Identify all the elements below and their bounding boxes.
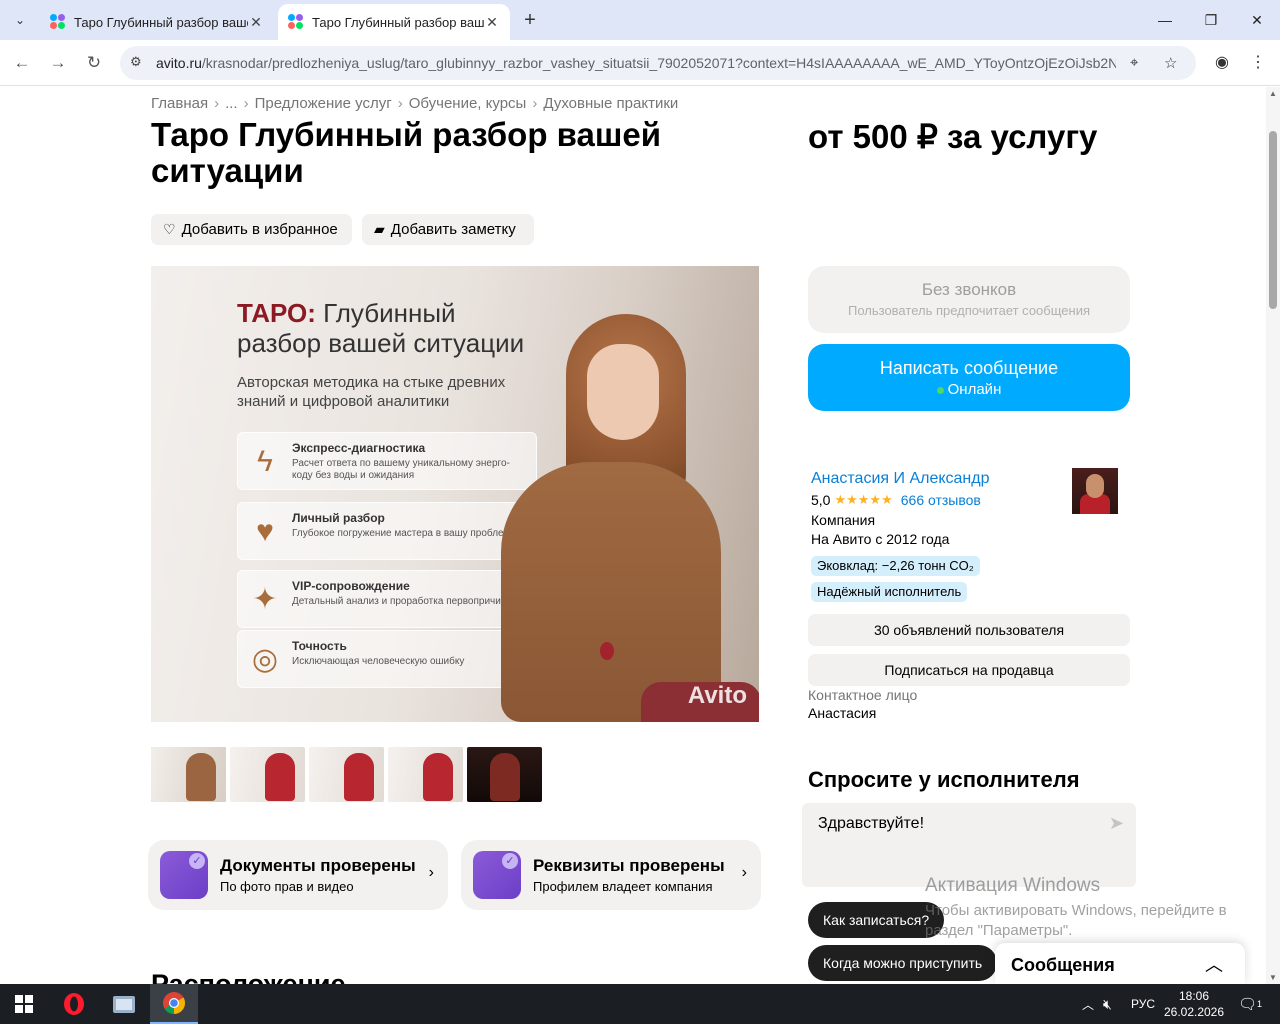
seller-rating: 5,0 ★★★★★ 666 отзывов: [811, 492, 981, 508]
tab-title: Таро Глубинный разбор ваше: [312, 14, 484, 30]
back-icon[interactable]: ←: [9, 50, 35, 76]
contact-person-label: Контактное лицо: [808, 687, 918, 703]
target-icon: ◎: [251, 643, 279, 676]
show-hidden-icons[interactable]: ︿: [1082, 984, 1094, 1024]
heart-icon: ♡: [163, 221, 176, 237]
breadcrumb-item[interactable]: Главная: [151, 95, 208, 112]
add-to-favorites-button[interactable]: ♡ Добавить в избранное: [151, 214, 352, 245]
site-settings-icon[interactable]: ⚙: [130, 54, 148, 72]
requisites-verified-card[interactable]: Реквизиты проверены Профилем владеет ком…: [461, 840, 761, 910]
eco-badge[interactable]: Эковклад: −2,26 тонн CO₂: [811, 556, 980, 576]
seller-type: Компания: [811, 512, 876, 528]
portrait-photo: [481, 302, 759, 722]
documents-verified-card[interactable]: Документы проверены По фото прав и видео…: [148, 840, 448, 910]
close-tab-icon[interactable]: ✕: [484, 14, 500, 31]
chrome-icon[interactable]: [150, 984, 198, 1024]
breadcrumb-item[interactable]: Духовные практики: [543, 95, 678, 112]
breadcrumb-item[interactable]: Обучение, курсы: [409, 95, 527, 112]
documents-verified-icon: [160, 851, 208, 899]
browser-toolbar: ← → ↻ ⚙ avito.ru/krasnodar/predlozheniya…: [0, 40, 1280, 86]
reviews-link[interactable]: 666 отзывов: [901, 492, 981, 508]
minimize-icon[interactable]: —: [1142, 0, 1188, 40]
requisites-verified-icon: [473, 851, 521, 899]
send-icon[interactable]: ➤: [1109, 813, 1124, 834]
tab-title: Таро Глубинный разбор ваше: [74, 14, 248, 30]
photo-thumbnails: [151, 747, 542, 802]
no-calls-button: Без звонков Пользователь предпочитает со…: [808, 266, 1130, 333]
taskbar-clock[interactable]: 18:06 26.02.2026: [1160, 988, 1228, 1020]
page-content: Главная › ... › Предложение услуг › Обучени…: [0, 87, 1266, 984]
menu-kebab-icon[interactable]: ⋮: [1245, 50, 1271, 76]
reload-icon[interactable]: ↻: [81, 50, 107, 76]
note-icon: ▰: [374, 221, 385, 237]
thumbnail[interactable]: [388, 747, 463, 802]
opera-icon[interactable]: [50, 984, 98, 1024]
avito-favicon-icon: [50, 14, 66, 30]
sparkle-icon: ✦: [252, 583, 278, 616]
bookmark-star-icon[interactable]: ☆: [1164, 54, 1177, 72]
rating-stars-icon: ★★★★★: [834, 492, 893, 507]
profile-icon[interactable]: ◉: [1209, 50, 1235, 76]
scrollbar-thumb: [1269, 131, 1277, 309]
seller-ads-button[interactable]: 30 объявлений пользователя: [808, 614, 1130, 646]
breadcrumb-item[interactable]: ...: [225, 95, 238, 112]
windows-taskbar: ︿ 🔇︎ РУС 18:06 26.02.2026 🗨︎ 1: [0, 984, 1280, 1024]
address-bar[interactable]: ⚙ avito.ru/krasnodar/predlozheniya_uslug…: [120, 46, 1196, 80]
quick-question-chip[interactable]: Когда можно приступить: [808, 945, 998, 981]
seller-avatar[interactable]: [1072, 468, 1118, 514]
thumbnail[interactable]: [151, 747, 226, 802]
price: от 500 ₽ за услугу: [808, 118, 1098, 155]
page-title: Таро Глубинный разбор вашей ситуации: [151, 116, 662, 189]
thumbnail[interactable]: [309, 747, 384, 802]
forward-icon[interactable]: →: [45, 50, 71, 76]
subscribe-seller-button[interactable]: Подписаться на продавца: [808, 654, 1130, 686]
browser-tab-2[interactable]: Таро Глубинный разбор ваше ✕: [278, 4, 510, 40]
close-tab-icon[interactable]: ✕: [248, 14, 264, 31]
scroll-up-icon: ▲: [1269, 89, 1277, 98]
volume-muted-icon[interactable]: 🔇︎: [1103, 984, 1112, 1024]
online-dot-icon: [936, 386, 944, 394]
browser-tab-1[interactable]: Таро Глубинный разбор ваше ✕: [40, 4, 274, 40]
url-text: avito.ru/krasnodar/predlozheniya_uslug/t…: [156, 55, 1116, 71]
avito-watermark: Avito: [687, 682, 747, 709]
messages-panel[interactable]: Сообщения ︿: [995, 943, 1245, 984]
location-blocked-icon[interactable]: ⌖: [1130, 54, 1138, 71]
ask-heading: Спросите у исполнителя: [808, 767, 1080, 792]
chevron-right-icon: ›: [428, 864, 434, 881]
add-note-button[interactable]: ▰ Добавить заметку: [362, 214, 534, 245]
breadcrumb: Главная › ... › Предложение услуг › Обучени…: [151, 95, 679, 112]
breadcrumb-item[interactable]: Предложение услуг: [255, 95, 392, 112]
page-scrollbar[interactable]: ▲ ▼: [1266, 87, 1280, 984]
write-message-button[interactable]: Написать сообщение Онлайн: [808, 344, 1130, 411]
notifications-icon[interactable]: 🗨︎ 1: [1238, 984, 1262, 1024]
avito-favicon-icon: [288, 14, 304, 30]
restore-icon[interactable]: ❐: [1188, 0, 1234, 40]
close-window-icon[interactable]: ✕: [1234, 0, 1280, 40]
lightning-icon: ϟ: [257, 445, 273, 478]
location-heading: Расположение: [151, 969, 346, 984]
main-photo[interactable]: ТАРО: Глубинный разбор вашей ситуации Ав…: [151, 266, 759, 722]
scroll-down-icon: ▼: [1269, 973, 1277, 982]
contact-person-name: Анастасия: [808, 705, 877, 721]
explorer-icon[interactable]: [100, 984, 148, 1024]
windows-start-icon[interactable]: [0, 984, 48, 1024]
tab-search-button[interactable]: ⌄: [6, 6, 34, 34]
heart-icon: ♥: [256, 515, 274, 548]
thumbnail[interactable]: [230, 747, 305, 802]
new-tab-button[interactable]: +: [518, 8, 542, 32]
reliable-badge[interactable]: Надёжный исполнитель: [811, 582, 968, 602]
browser-tab-strip: ⌄ Таро Глубинный разбор ваше ✕ Таро Глуб…: [0, 0, 1280, 40]
quick-question-chip[interactable]: Как записаться?: [808, 902, 945, 938]
seller-since: На Авито с 2012 года: [811, 531, 950, 547]
chevron-right-icon: ›: [741, 864, 747, 881]
input-language[interactable]: РУС: [1131, 984, 1155, 1024]
seller-name-link[interactable]: Анастасия И Александр: [811, 470, 990, 488]
thumbnail[interactable]: [467, 747, 542, 802]
windows-activation-watermark: Активация Windows Чтобы активировать Win…: [925, 875, 1227, 939]
chevron-up-icon[interactable]: ︿: [1205, 951, 1223, 977]
